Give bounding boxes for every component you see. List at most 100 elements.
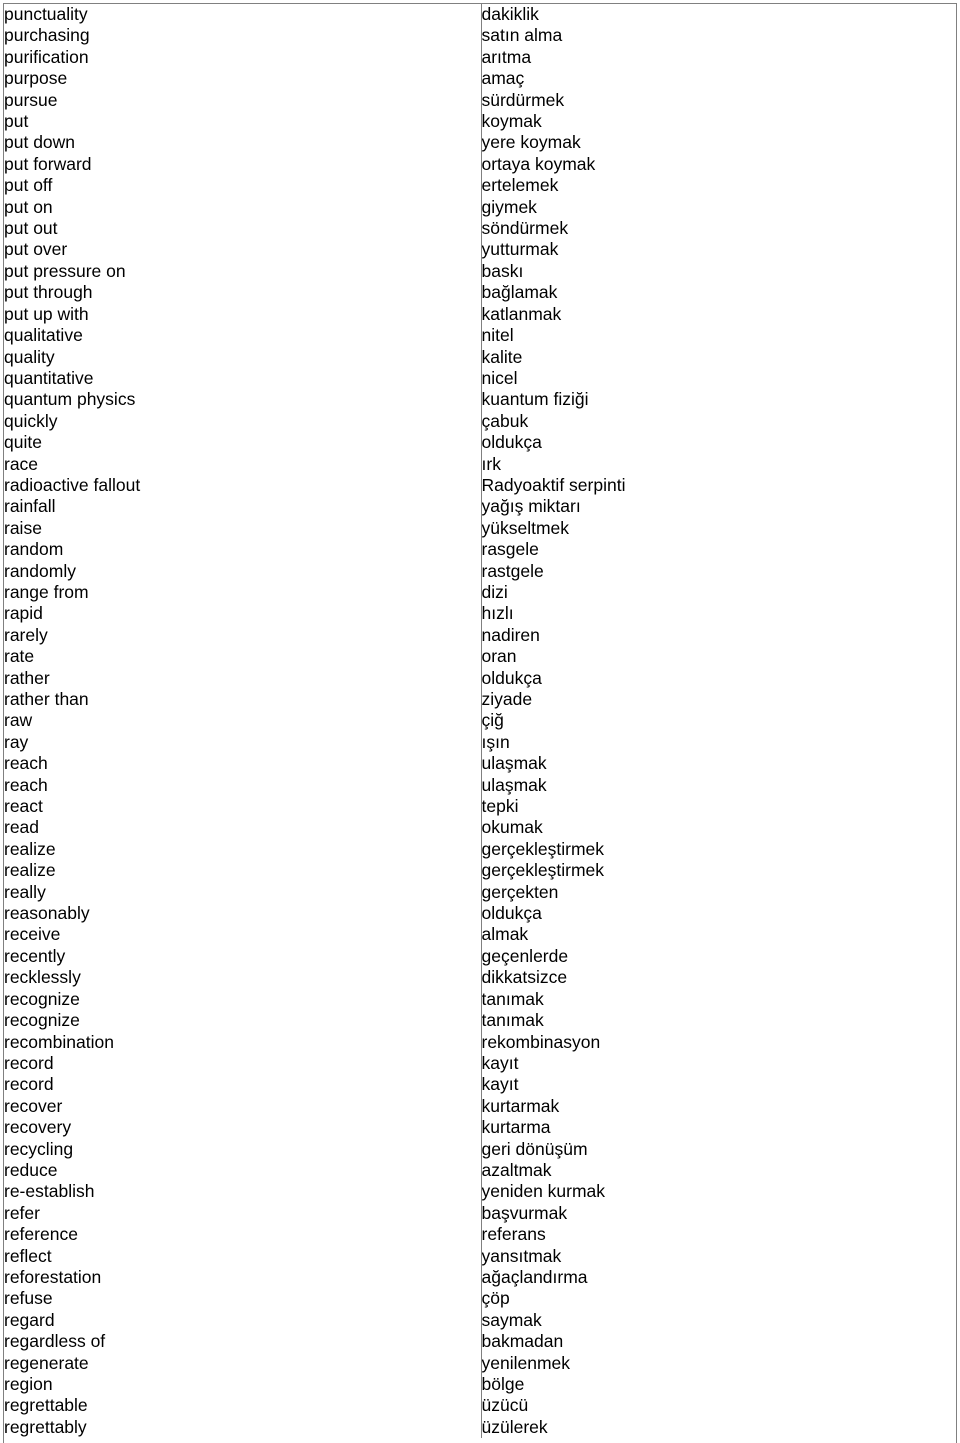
source-term: rather <box>4 667 50 688</box>
target-term: oldukça <box>480 667 956 689</box>
source-term: regard <box>4 1309 55 1330</box>
target-term: tanımak <box>480 988 956 1011</box>
source-term: region <box>4 1374 53 1394</box>
glossary-row: re-establish yeniden kurmak <box>4 1181 956 1203</box>
target-term: giymek <box>480 196 956 219</box>
source-term: regardless of <box>4 1331 106 1352</box>
glossary-row: quickly çabuk <box>4 410 956 433</box>
glossary-row: refuse çöp <box>4 1288 956 1310</box>
source-term: quality <box>4 346 55 367</box>
target-term: oldukça <box>480 903 956 925</box>
target-term: azaltmak <box>480 1159 956 1182</box>
source-term: purification <box>4 46 89 67</box>
target-term: çabuk <box>480 410 956 433</box>
target-term: Radyoaktif serpinti <box>480 474 956 497</box>
glossary-row: really gerçekten <box>4 881 956 904</box>
glossary-row: radioactive fallout Radyoaktif serpinti <box>4 474 956 497</box>
target-term: ulaşmak <box>480 774 956 797</box>
source-term: reach <box>4 774 48 795</box>
target-term: başvurmak <box>480 1202 956 1225</box>
target-term: dikkatsizce <box>480 967 956 989</box>
target-term: rasgele <box>480 539 956 561</box>
source-term: refuse <box>4 1288 53 1309</box>
target-term: yenilenmek <box>480 1352 956 1374</box>
target-term: katlanmak <box>480 303 956 326</box>
source-term: raw <box>4 710 33 731</box>
glossary-row: put up with katlanmak <box>4 303 956 326</box>
glossary-row: randomly rastgele <box>4 560 956 582</box>
source-term: put out <box>4 218 58 239</box>
target-term: gerçekten <box>480 881 956 904</box>
target-term: ziyade <box>480 689 956 711</box>
glossary-row: recombination rekombinasyon <box>4 1031 956 1053</box>
target-term: nadiren <box>480 624 956 647</box>
source-term: recognize <box>4 1010 80 1031</box>
source-term: purpose <box>4 68 68 89</box>
source-term: recycling <box>4 1138 74 1159</box>
source-term: receive <box>4 924 61 945</box>
glossary-row: put over yutturmak <box>4 239 956 261</box>
glossary-row: quite oldukça <box>4 432 956 454</box>
source-term: recently <box>4 945 66 966</box>
target-term: geçenlerde <box>480 945 956 968</box>
source-term: rather than <box>4 689 89 709</box>
glossary-row: reflect yansıtmak <box>4 1245 956 1267</box>
source-term: put pressure on <box>4 260 126 281</box>
source-term: rarely <box>4 624 48 645</box>
glossary-row: qualitative nitel <box>4 325 956 347</box>
target-term: almak <box>480 924 956 946</box>
source-term: read <box>4 817 40 838</box>
target-term: dakiklik <box>480 4 956 26</box>
target-term: yeniden kurmak <box>480 1181 956 1203</box>
source-term: recognize <box>4 988 80 1009</box>
glossary-row: regard saymak <box>4 1309 956 1332</box>
target-term: yutturmak <box>480 239 956 261</box>
glossary-row: reach ulaşmak <box>4 753 956 775</box>
glossary-row: rapid hızlı <box>4 603 956 625</box>
target-term: kalite <box>480 346 956 368</box>
source-term: reflect <box>4 1245 52 1266</box>
source-term: radioactive fallout <box>4 474 141 495</box>
glossary-row: rarely nadiren <box>4 624 956 647</box>
source-term: range from <box>4 581 89 602</box>
source-term: reasonably <box>4 903 90 924</box>
glossary-row: put koymak <box>4 111 956 133</box>
glossary-row: put off ertelemek <box>4 175 956 197</box>
source-term: regrettable <box>4 1395 88 1416</box>
glossary-row: reforestation ağaçlandırma <box>4 1266 956 1289</box>
glossary-row: record kayıt <box>4 1052 956 1075</box>
source-term: put on <box>4 196 53 217</box>
source-term: quantitative <box>4 367 94 388</box>
target-term: üzücü <box>480 1395 956 1417</box>
source-term: put over <box>4 239 68 260</box>
source-term: quantum physics <box>4 389 136 410</box>
glossary-row: recently geçenlerde <box>4 945 956 968</box>
glossary-row: put forward ortaya koymak <box>4 153 956 176</box>
glossary-row: purchasing satın alma <box>4 25 956 47</box>
target-term: baskı <box>480 260 956 283</box>
target-term: ırk <box>480 453 956 475</box>
glossary-row: punctuality dakiklik <box>4 4 956 26</box>
glossary-row: ray ışın <box>4 731 956 754</box>
source-term: quickly <box>4 410 58 431</box>
glossary-row: regenerate yenilenmek <box>4 1352 956 1374</box>
source-term: recklessly <box>4 967 81 988</box>
source-term: put up with <box>4 303 89 324</box>
target-term: ertelemek <box>480 175 956 197</box>
source-term: rapid <box>4 603 43 624</box>
source-term: put off <box>4 175 53 196</box>
glossary-row: range from dizi <box>4 581 956 604</box>
source-term: quite <box>4 432 42 453</box>
target-term: tanımak <box>480 1010 956 1032</box>
source-term: recovery <box>4 1117 72 1138</box>
source-term: reduce <box>4 1159 58 1180</box>
glossary-row: recover kurtarmak <box>4 1095 956 1118</box>
source-term: punctuality <box>4 4 88 24</box>
source-term: race <box>4 453 39 474</box>
target-term: üzülerek <box>480 1416 956 1439</box>
glossary-row: put down yere koymak <box>4 132 956 154</box>
source-term: qualitative <box>4 325 83 346</box>
glossary-row: put pressure on baskı <box>4 260 956 283</box>
target-term: sürdürmek <box>480 89 956 112</box>
source-term: realize <box>4 860 56 881</box>
